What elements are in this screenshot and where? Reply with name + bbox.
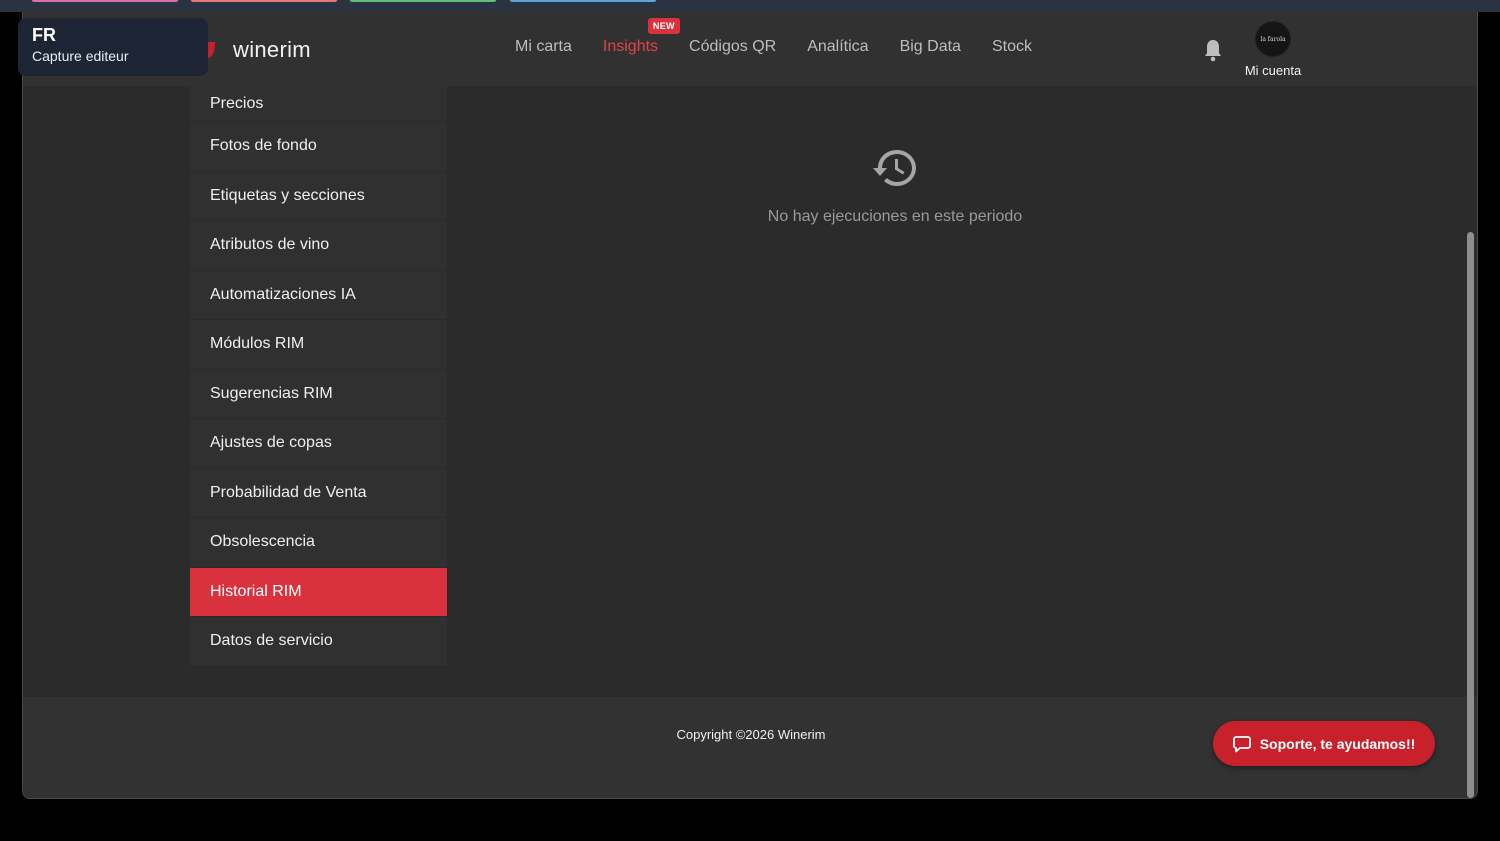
nav-stock[interactable]: Stock (992, 38, 1032, 56)
sidebar-item-probabilidad-de-venta[interactable]: Probabilidad de Venta (190, 469, 447, 518)
empty-state-message: No hay ejecuciones en este periodo (767, 208, 1023, 225)
avatar: la farola (1255, 21, 1291, 57)
support-button-label: Soporte, te ayudamos!! (1259, 735, 1416, 752)
settings-sidebar: Precios Fotos de fondo Etiquetas y secci… (190, 86, 447, 667)
app-window: winerim Mi carta Insights NEW Códigos QR… (22, 12, 1478, 799)
strip-tab-blue (510, 0, 656, 2)
account-label: Mi cuenta (1244, 63, 1302, 78)
page-scrollbar[interactable] (1467, 232, 1474, 798)
history-icon (873, 150, 916, 186)
sidebar-item-historial-rim[interactable]: Historial RIM (190, 567, 447, 617)
strip-tab-red (191, 0, 337, 2)
top-navbar: winerim Mi carta Insights NEW Códigos QR… (23, 12, 1477, 86)
sidebar-item-ajustes-de-copas[interactable]: Ajustes de copas (190, 419, 447, 469)
sidebar-item-atributos-de-vino[interactable]: Atributos de vino (190, 221, 447, 271)
language-code: FR (32, 25, 56, 45)
main-nav: Mi carta Insights NEW Códigos QR Analíti… (515, 18, 1063, 56)
sidebar-item-precios[interactable]: Precios (190, 86, 447, 122)
new-badge: NEW (647, 18, 680, 34)
nav-mi-carta[interactable]: Mi carta (515, 38, 572, 56)
nav-big-data[interactable]: Big Data (900, 38, 961, 56)
sidebar-item-datos-de-servicio[interactable]: Datos de servicio (190, 617, 447, 667)
language-overlay: FR Capture editeur (18, 18, 208, 76)
sidebar-item-sugerencias-rim[interactable]: Sugerencias RIM (190, 370, 447, 419)
brand[interactable]: winerim (193, 34, 311, 66)
sidebar-item-modulos-rim[interactable]: Módulos RIM (190, 320, 447, 370)
strip-tab-pink (32, 0, 178, 2)
sidebar-item-fotos-de-fondo[interactable]: Fotos de fondo (190, 122, 447, 172)
brand-name: winerim (233, 37, 311, 62)
nav-codigos-qr[interactable]: Códigos QR (689, 38, 776, 56)
browser-top-strip (0, 0, 1500, 12)
nav-insights[interactable]: Insights NEW (602, 18, 680, 56)
sidebar-item-obsolescencia[interactable]: Obsolescencia (190, 518, 447, 568)
account-menu[interactable]: la farola Mi cuenta (1235, 21, 1311, 78)
nav-analitica[interactable]: Analítica (807, 38, 868, 56)
strip-tab-green (350, 0, 496, 2)
bell-icon[interactable] (1202, 38, 1224, 62)
chat-bubble-icon (1232, 735, 1251, 752)
avatar-text: la farola (1260, 35, 1286, 43)
support-chat-button[interactable]: Soporte, te ayudamos!! (1213, 721, 1435, 766)
nav-insights-label: Insights (602, 38, 659, 55)
sidebar-item-etiquetas-y-secciones[interactable]: Etiquetas y secciones (190, 172, 447, 221)
sidebar-item-automatizaciones-ia[interactable]: Automatizaciones IA (190, 271, 447, 320)
overlay-subtitle: Capture editeur (32, 48, 129, 64)
main-content: No hay ejecuciones en este periodo (447, 86, 1469, 696)
